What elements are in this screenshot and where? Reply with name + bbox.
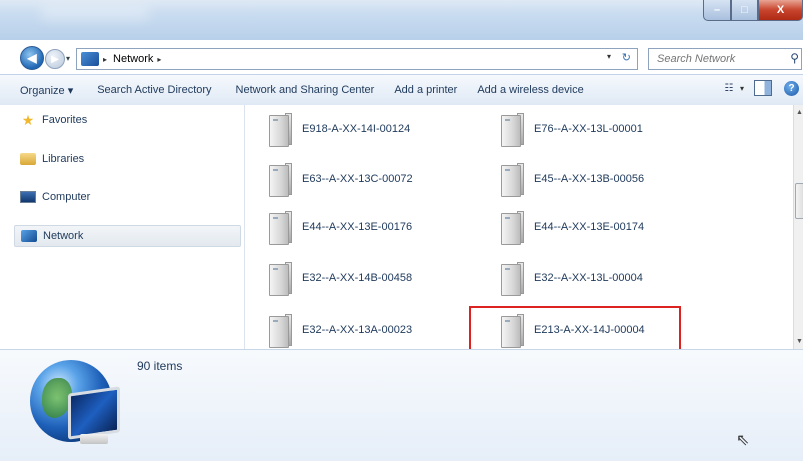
sidebar-item-label: Computer	[42, 191, 91, 203]
minimize-button[interactable]: –	[703, 0, 731, 21]
add-wireless-device-button[interactable]: Add a wireless device	[470, 84, 590, 96]
network-device-icon	[497, 161, 524, 197]
list-item[interactable]: E918-A-XX-14I-00124	[265, 107, 410, 151]
views-dropdown[interactable]: ▾	[740, 84, 744, 93]
add-printer-button[interactable]: Add a printer	[387, 84, 464, 96]
navigation-pane: ★ Favorites Libraries Computer Network	[0, 105, 245, 349]
scroll-up-icon[interactable]: ▲	[796, 109, 803, 116]
sidebar-item-computer[interactable]: Computer	[20, 186, 90, 208]
back-arrow-icon: ◀	[27, 51, 37, 65]
item-label: E45--A-XX-13B-00056	[534, 173, 645, 185]
breadcrumb-separator-icon[interactable]: ▸	[103, 55, 107, 64]
network-device-icon	[497, 209, 524, 245]
window-controls: – □ X	[703, 0, 803, 21]
maximize-icon: □	[741, 4, 748, 16]
computer-icon	[20, 190, 36, 204]
close-button[interactable]: X	[758, 0, 803, 21]
title-bar: – □ X	[0, 0, 803, 40]
network-device-icon	[265, 161, 292, 197]
back-button[interactable]: ◀	[20, 46, 44, 70]
sidebar-item-favorites[interactable]: ★ Favorites	[20, 109, 88, 131]
item-label: E918-A-XX-14I-00124	[302, 123, 411, 135]
help-icon[interactable]: ?	[784, 80, 799, 96]
list-item[interactable]: E76--A-XX-13L-00001	[497, 107, 643, 151]
search-input[interactable]	[655, 52, 779, 66]
sidebar-item-label: Favorites	[42, 114, 88, 126]
item-label: E32--A-XX-13A-00023	[302, 324, 413, 336]
network-device-icon	[497, 111, 524, 147]
vertical-scrollbar[interactable]: ▲ ▼	[793, 105, 803, 349]
scroll-down-icon[interactable]: ▼	[796, 338, 803, 345]
item-label: E44--A-XX-13E-00176	[302, 221, 413, 233]
organize-menu[interactable]: Organize ▾	[13, 84, 80, 97]
toolbar-right: ☷ ▾ ?	[718, 80, 803, 96]
address-bar[interactable]: ▸ Network ▸ ▾ ↻	[76, 48, 638, 70]
star-icon: ★	[21, 111, 35, 128]
highlight-box	[469, 306, 681, 353]
sidebar-item-libraries[interactable]: Libraries	[20, 148, 84, 170]
breadcrumb-separator-icon[interactable]: ▸	[157, 55, 161, 64]
list-item[interactable]: E44--A-XX-13E-00176	[265, 205, 412, 249]
list-item[interactable]: E63--A-XX-13C-00072	[265, 157, 413, 201]
forward-arrow-icon: ▶	[51, 53, 59, 65]
navigation-bar: ◀ ▶ ▾ ▸ Network ▸ ▾ ↻ ⚲	[0, 40, 803, 74]
search-icon[interactable]: ⚲	[790, 51, 799, 65]
minimize-icon: –	[713, 4, 721, 16]
item-label: E32--A-XX-14B-00458	[302, 272, 413, 284]
sidebar-item-label: Network	[43, 230, 84, 242]
sidebar-item-network[interactable]: Network	[14, 225, 241, 247]
network-device-icon	[265, 209, 292, 245]
list-item[interactable]: E32--A-XX-13L-00004	[497, 256, 643, 300]
change-view-icon[interactable]: ☷	[718, 80, 740, 96]
mouse-cursor-icon: ⇖	[736, 432, 750, 449]
search-active-directory-button[interactable]: Search Active Directory	[90, 84, 218, 96]
search-box[interactable]: ⚲	[648, 48, 802, 70]
network-device-icon	[265, 312, 292, 348]
forward-button[interactable]: ▶	[45, 49, 65, 69]
breadcrumb-network[interactable]: Network	[113, 53, 153, 65]
network-icon	[81, 52, 99, 66]
preview-pane-icon[interactable]	[754, 80, 772, 96]
network-sharing-center-button[interactable]: Network and Sharing Center	[229, 84, 382, 96]
item-label: E63--A-XX-13C-00072	[302, 173, 413, 185]
item-count: 90 items	[137, 359, 183, 373]
scrollbar-thumb[interactable]	[795, 183, 803, 219]
maximize-button[interactable]: □	[731, 0, 758, 21]
library-icon	[20, 152, 36, 166]
network-device-icon	[265, 111, 292, 147]
network-device-icon	[265, 260, 292, 296]
list-item[interactable]: E45--A-XX-13B-00056	[497, 157, 644, 201]
sidebar-item-label: Libraries	[42, 153, 85, 165]
command-bar: Organize ▾ Search Active Directory Netwo…	[0, 74, 803, 106]
network-icon	[21, 229, 37, 243]
details-pane: 90 items	[0, 349, 803, 461]
item-label: E32--A-XX-13L-00004	[534, 272, 643, 284]
network-device-icon	[497, 260, 524, 296]
recent-pages-dropdown[interactable]: ▾	[66, 54, 70, 63]
item-label: E76--A-XX-13L-00001	[534, 123, 643, 135]
close-icon: X	[776, 4, 785, 16]
network-globe-icon	[30, 360, 120, 450]
list-item[interactable]: E44--A-XX-13E-00174	[497, 205, 644, 249]
list-item[interactable]: E32--A-XX-13A-00023	[265, 308, 412, 352]
address-history-dropdown[interactable]: ▾	[607, 52, 611, 61]
refresh-button[interactable]: ↻	[622, 51, 631, 64]
list-item[interactable]: E32--A-XX-14B-00458	[265, 256, 412, 300]
item-label: E44--A-XX-13E-00174	[534, 221, 645, 233]
